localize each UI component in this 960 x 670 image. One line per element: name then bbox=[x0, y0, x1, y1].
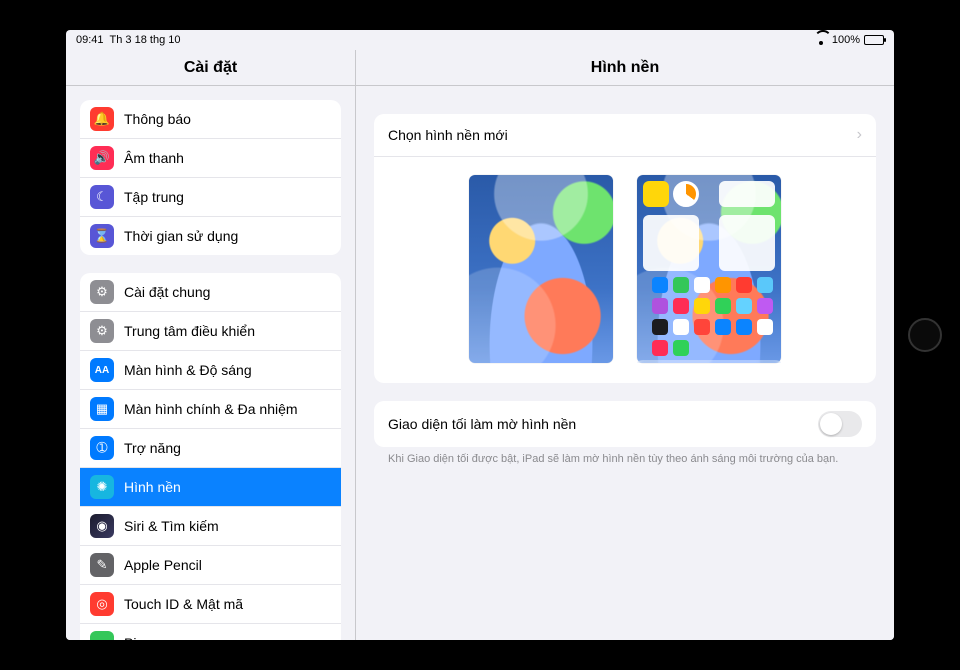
widget-clock bbox=[673, 181, 699, 207]
speaker-icon: 🔊 bbox=[90, 146, 114, 170]
chevron-right-icon: › bbox=[857, 126, 862, 144]
choose-new-wallpaper-row[interactable]: Chọn hình nền mới › bbox=[374, 114, 876, 157]
sidebar-item-control-center[interactable]: ⚙ Trung tâm điều khiển bbox=[80, 312, 341, 351]
sidebar-item-label: Màn hình chính & Đa nhiệm bbox=[124, 401, 298, 417]
sidebar-item-screentime[interactable]: ⌛ Thời gian sử dụng bbox=[80, 217, 341, 255]
sidebar-item-accessibility[interactable]: ➀ Trợ năng bbox=[80, 429, 341, 468]
home-button[interactable] bbox=[908, 318, 942, 352]
dark-dim-footer: Khi Giao diện tối được bật, iPad sẽ làm … bbox=[374, 447, 876, 465]
sidebar-item-apple-pencil[interactable]: ✎ Apple Pencil bbox=[80, 546, 341, 585]
widget-weather bbox=[643, 181, 669, 207]
sidebar-item-wallpaper[interactable]: ✺ Hình nền bbox=[80, 468, 341, 507]
sidebar-item-home-multitask[interactable]: ▦ Màn hình chính & Đa nhiệm bbox=[80, 390, 341, 429]
choose-new-wallpaper-label: Chọn hình nền mới bbox=[388, 127, 508, 143]
sidebar-item-label: Siri & Tìm kiếm bbox=[124, 518, 219, 534]
sidebar-item-label: Trợ năng bbox=[124, 440, 181, 456]
homescreen-preview[interactable] bbox=[637, 175, 781, 363]
sidebar-item-display[interactable]: AA Màn hình & Độ sáng bbox=[80, 351, 341, 390]
sidebar-item-label: Pin bbox=[124, 635, 144, 640]
sidebar-item-label: Hình nền bbox=[124, 479, 181, 495]
app-grid bbox=[637, 273, 781, 360]
bell-icon: 🔔 bbox=[90, 107, 114, 131]
sidebar-item-label: Apple Pencil bbox=[124, 557, 202, 573]
sidebar-item-label: Touch ID & Mật mã bbox=[124, 596, 243, 612]
choose-wallpaper-card: Chọn hình nền mới › bbox=[374, 114, 876, 383]
pencil-icon: ✎ bbox=[90, 553, 114, 577]
device-frame: 09:41 Th 3 18 thg 10 100% Cài đặt Hình n… bbox=[0, 0, 960, 670]
status-date: Th 3 18 thg 10 bbox=[110, 34, 181, 46]
sidebar-item-label: Thời gian sử dụng bbox=[124, 228, 238, 244]
header-bar: Cài đặt Hình nền bbox=[66, 50, 894, 86]
wallpaper-previews bbox=[374, 157, 876, 383]
dark-dim-label: Giao diện tối làm mờ hình nền bbox=[388, 416, 576, 432]
widget-notes bbox=[719, 181, 775, 207]
grid-icon: ▦ bbox=[90, 397, 114, 421]
content: 🔔 Thông báo 🔊 Âm thanh ☾ Tập trung ⌛ Thờ… bbox=[66, 86, 894, 640]
sidebar-item-focus[interactable]: ☾ Tập trung bbox=[80, 178, 341, 217]
sidebar-item-label: Thông báo bbox=[124, 111, 191, 127]
dock bbox=[637, 360, 781, 363]
text-size-icon: AA bbox=[90, 358, 114, 382]
dark-dim-row: Giao diện tối làm mờ hình nền bbox=[374, 401, 876, 447]
battery-icon: ▬ bbox=[90, 631, 114, 640]
sidebar-group-1: 🔔 Thông báo 🔊 Âm thanh ☾ Tập trung ⌛ Thờ… bbox=[80, 100, 341, 255]
dark-dim-toggle[interactable] bbox=[818, 411, 862, 437]
screen: 09:41 Th 3 18 thg 10 100% Cài đặt Hình n… bbox=[66, 30, 894, 640]
fingerprint-icon: ◎ bbox=[90, 592, 114, 616]
sidebar-item-battery[interactable]: ▬ Pin bbox=[80, 624, 341, 640]
sidebar-item-siri[interactable]: ◉ Siri & Tìm kiếm bbox=[80, 507, 341, 546]
sidebar-item-label: Âm thanh bbox=[124, 150, 184, 166]
wifi-icon bbox=[814, 35, 828, 45]
widget-calendar bbox=[643, 215, 699, 271]
gear-icon: ⚙ bbox=[90, 280, 114, 304]
sidebar-item-label: Trung tâm điều khiển bbox=[124, 323, 255, 339]
dark-dim-card: Giao diện tối làm mờ hình nền bbox=[374, 401, 876, 447]
sidebar-item-touch-id[interactable]: ◎ Touch ID & Mật mã bbox=[80, 585, 341, 624]
widget-reminders bbox=[719, 215, 775, 271]
sidebar-item-notifications[interactable]: 🔔 Thông báo bbox=[80, 100, 341, 139]
sidebar-item-label: Cài đặt chung bbox=[124, 284, 210, 300]
page-title: Hình nền bbox=[356, 50, 894, 85]
switches-icon: ⚙ bbox=[90, 319, 114, 343]
homescreen-ui-overlay bbox=[637, 175, 781, 363]
sidebar-item-sound[interactable]: 🔊 Âm thanh bbox=[80, 139, 341, 178]
accessibility-icon: ➀ bbox=[90, 436, 114, 460]
siri-icon: ◉ bbox=[90, 514, 114, 538]
battery-icon bbox=[864, 35, 884, 45]
sidebar[interactable]: 🔔 Thông báo 🔊 Âm thanh ☾ Tập trung ⌛ Thờ… bbox=[66, 86, 356, 640]
moon-icon: ☾ bbox=[90, 185, 114, 209]
status-time: 09:41 bbox=[76, 34, 104, 46]
sidebar-group-2: ⚙ Cài đặt chung ⚙ Trung tâm điều khiển A… bbox=[80, 273, 341, 640]
battery-percent: 100% bbox=[832, 34, 860, 46]
sidebar-item-label: Tập trung bbox=[124, 189, 184, 205]
hourglass-icon: ⌛ bbox=[90, 224, 114, 248]
status-bar: 09:41 Th 3 18 thg 10 100% bbox=[66, 30, 894, 50]
detail-pane[interactable]: Chọn hình nền mới › bbox=[356, 86, 894, 640]
wallpaper-icon: ✺ bbox=[90, 475, 114, 499]
sidebar-item-general[interactable]: ⚙ Cài đặt chung bbox=[80, 273, 341, 312]
sidebar-item-label: Màn hình & Độ sáng bbox=[124, 362, 252, 378]
sidebar-title: Cài đặt bbox=[66, 50, 356, 85]
lockscreen-preview[interactable] bbox=[469, 175, 613, 363]
